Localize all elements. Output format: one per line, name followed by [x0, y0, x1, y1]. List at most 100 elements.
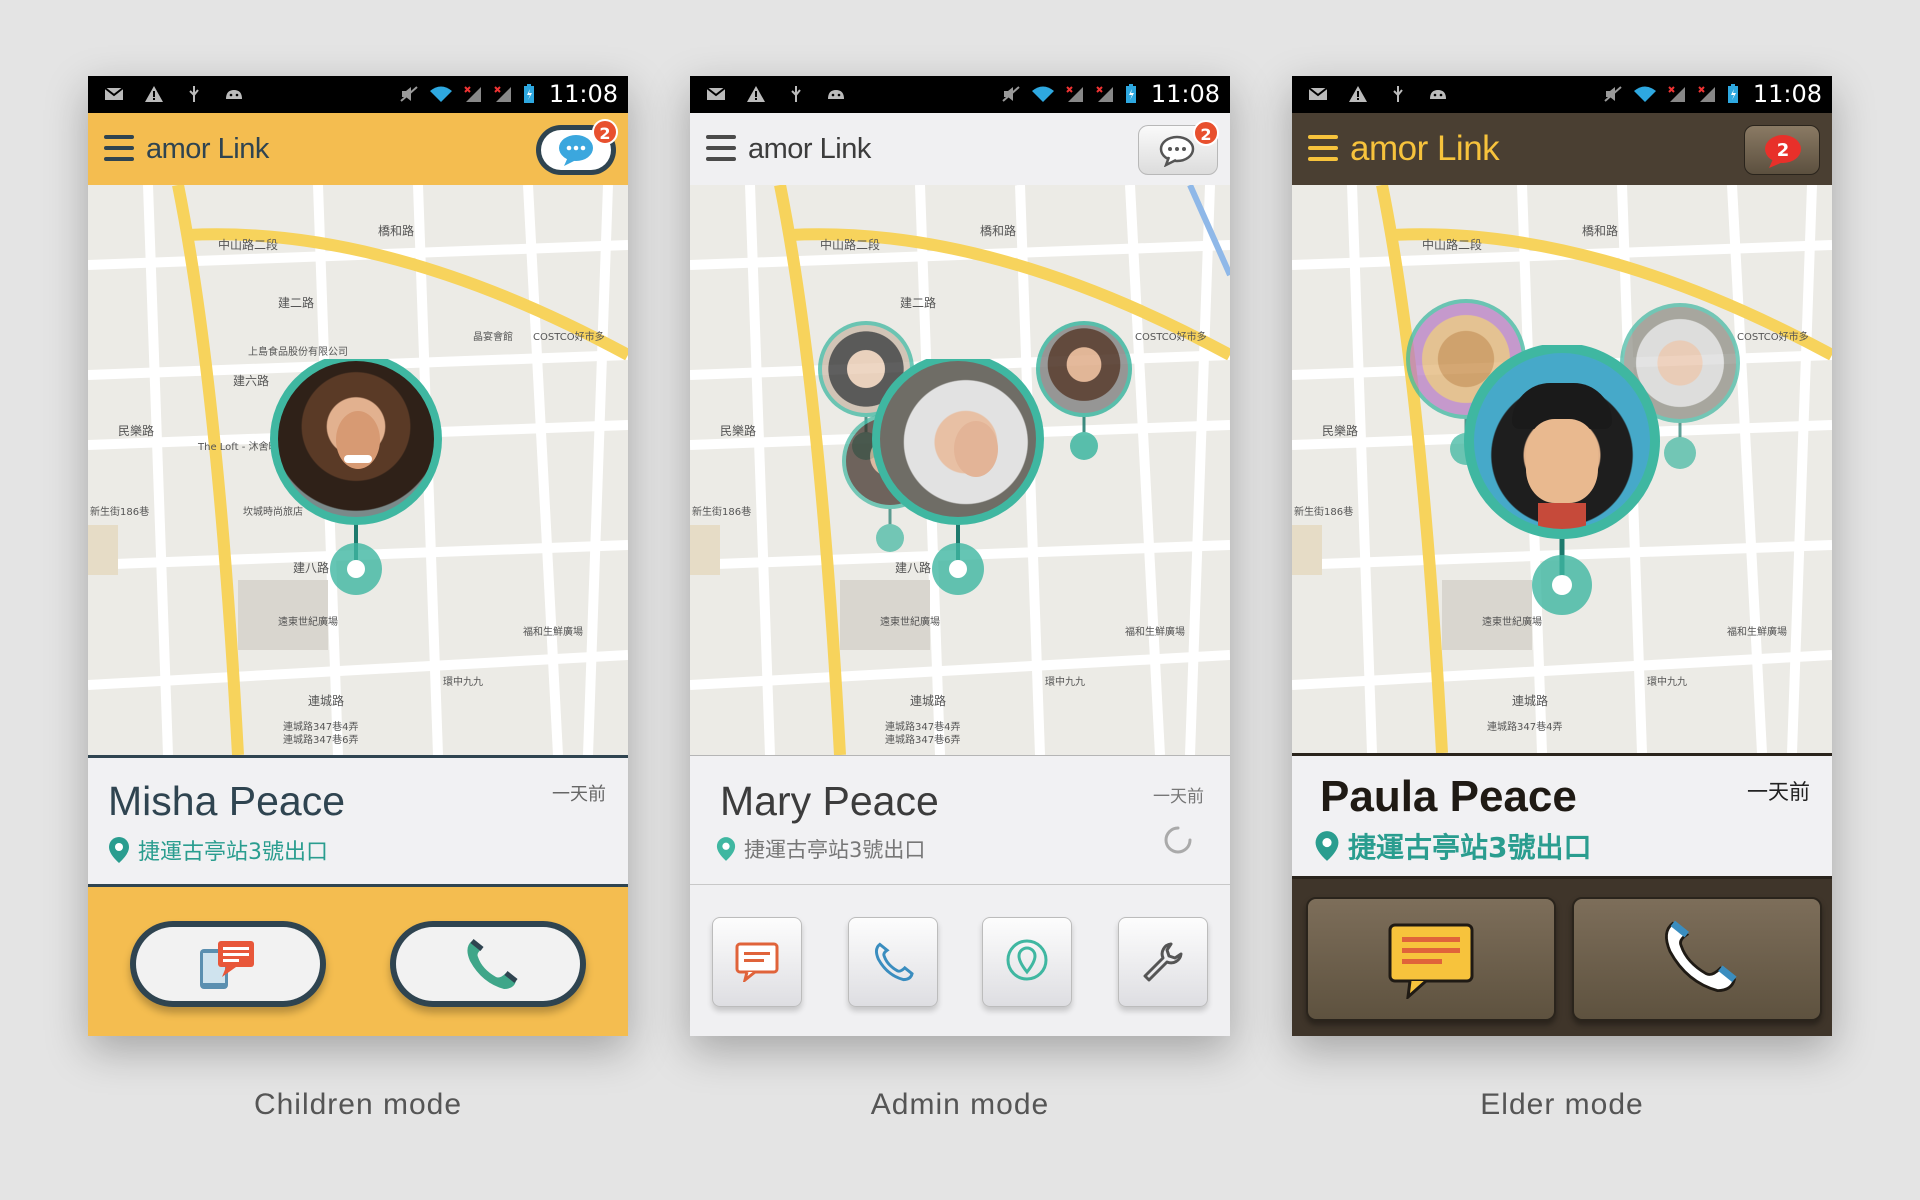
map-label: 建二路: [900, 295, 936, 310]
refresh-spinner-icon[interactable]: [1160, 822, 1196, 858]
message-button[interactable]: [712, 917, 802, 1007]
signal-icon: [494, 86, 511, 102]
wifi-icon: [1633, 86, 1656, 102]
message-button[interactable]: [130, 921, 326, 1007]
menu-icon[interactable]: [1308, 135, 1338, 163]
mute-icon: [1002, 86, 1020, 102]
phone-icon: [875, 942, 914, 982]
map-label: 連城路: [910, 693, 946, 708]
notification-badge: 2: [1777, 140, 1790, 161]
mute-icon: [1604, 86, 1622, 102]
call-button[interactable]: [1572, 897, 1822, 1021]
message-icon: [735, 942, 779, 982]
location-marker[interactable]: [1462, 345, 1662, 617]
menu-icon[interactable]: [104, 135, 134, 163]
person-name: Mary Peace: [720, 778, 939, 824]
person-name: Misha Peace: [108, 778, 346, 824]
mode-caption: Children mode: [253, 1088, 463, 1121]
android-icon: [828, 90, 844, 99]
notifications-button[interactable]: 2: [1744, 125, 1820, 175]
location-marker[interactable]: [870, 359, 1046, 595]
map-label: COSTCO好市多: [1737, 330, 1809, 343]
message-icon: [1388, 923, 1474, 999]
map-view[interactable]: 中山路二段 橋和路 建二路 建八路 民樂路 連城路 遠東世紀廣場 COSTCO好…: [88, 185, 628, 758]
map-label: 環中九九: [443, 675, 483, 688]
phone-elder-mode: 11:08 amor Link 2 中山路二段 橋和路 民樂路 連城路 遠東世紀…: [1292, 76, 1832, 1036]
phone-admin-mode: 11:08 amor Link 2 中山路二段 橋和路 建二路 建八路 民樂路 …: [690, 76, 1230, 1036]
chat-bubble-icon: [1159, 135, 1195, 167]
map-view[interactable]: 中山路二段 橋和路 建二路 建八路 民樂路 連城路 遠東世紀廣場 COSTCO好…: [690, 185, 1230, 756]
clock: 11:08: [548, 80, 618, 108]
warning-icon: [1349, 86, 1367, 102]
location-pin-icon: [1006, 939, 1048, 981]
map-label: 晶宴會館: [473, 330, 513, 343]
signal-icon: [1066, 86, 1083, 102]
map-label: 民樂路: [118, 423, 154, 438]
call-button[interactable]: [848, 917, 938, 1007]
map-label: 連城路: [308, 693, 344, 708]
notification-badge: 2: [1193, 120, 1219, 146]
map-label: 連城路347巷6弄: [885, 733, 960, 746]
map-label: 福和生鮮廣場: [523, 625, 583, 638]
time-ago: 一天前: [1747, 780, 1810, 804]
location-marker[interactable]: [268, 359, 444, 595]
android-icon: [226, 90, 242, 99]
message-button[interactable]: [1306, 897, 1556, 1021]
signal-icon: [1096, 86, 1113, 102]
action-bar: [690, 885, 1230, 1036]
mode-caption: Admin mode: [870, 1088, 1050, 1121]
battery-icon: [1125, 84, 1136, 103]
map-label: 民樂路: [1322, 423, 1358, 438]
map-label: 遠東世紀廣場: [880, 615, 940, 628]
locate-button[interactable]: [982, 917, 1072, 1007]
notification-badge: 2: [592, 119, 618, 145]
usb-icon: [1393, 86, 1403, 102]
status-bar: 11:08: [88, 76, 628, 113]
status-bar: 11:08: [1292, 76, 1832, 113]
usb-icon: [189, 86, 199, 102]
time-ago: 一天前: [552, 784, 606, 805]
person-name: Paula Peace: [1320, 772, 1577, 821]
map-label: 中山路二段: [820, 237, 880, 252]
action-bar: [1292, 876, 1832, 1036]
notifications-button[interactable]: 2: [536, 119, 618, 175]
avatar: [1040, 325, 1128, 413]
menu-icon[interactable]: [706, 135, 736, 163]
mail-icon: [104, 87, 124, 100]
phone-icon: [467, 939, 518, 989]
map-label: 連城路347巷6弄: [283, 733, 358, 746]
map-label: 橋和路: [378, 223, 414, 238]
location-pin-icon: [716, 837, 736, 861]
location-row: 捷運古亭站3號出口: [716, 834, 925, 864]
call-button[interactable]: [390, 921, 586, 1007]
map-label: 建六路: [233, 373, 269, 388]
map-label: 橋和路: [980, 223, 1016, 238]
map-label: 環中九九: [1045, 675, 1085, 688]
person-card[interactable]: Mary Peace 一天前 捷運古亭站3號出口: [690, 756, 1230, 885]
app-title: amor Link: [1350, 129, 1500, 168]
signal-icon: [464, 86, 481, 102]
location-pin-icon: [109, 837, 129, 863]
chat-bubble-icon: 2: [1765, 135, 1801, 168]
map-view[interactable]: 中山路二段 橋和路 民樂路 連城路 遠東世紀廣場 COSTCO好市多 新生街18…: [1292, 185, 1832, 756]
map-label: 新生街186巷: [90, 505, 149, 518]
clock: 11:08: [1150, 80, 1220, 108]
action-bar: [88, 887, 628, 1036]
phone-children-mode: 11:08 amor Link 2 中山路二段 橋和路 建二路 建八路 民樂路 …: [88, 76, 628, 1036]
sms-message-icon: [200, 941, 254, 989]
signal-icon: [1698, 86, 1715, 102]
app-title: amor Link: [748, 133, 871, 165]
app-bar: amor Link 2: [88, 113, 628, 188]
map-label: 福和生鮮廣場: [1727, 625, 1787, 638]
location-marker[interactable]: [1034, 321, 1134, 461]
person-card[interactable]: Paula Peace 一天前 捷運古亭站3號出口: [1292, 756, 1832, 876]
avatar: [1474, 353, 1650, 529]
settings-button[interactable]: [1118, 917, 1208, 1007]
map-label: 遠東世紀廣場: [278, 615, 338, 628]
map-label: 中山路二段: [218, 237, 278, 252]
notifications-button[interactable]: 2: [1138, 120, 1219, 175]
map-label: 環中九九: [1647, 675, 1687, 688]
person-card[interactable]: Misha Peace 一天前 捷運古亭站3號出口: [88, 758, 628, 887]
usb-icon: [791, 86, 801, 102]
battery-icon: [1727, 84, 1738, 103]
